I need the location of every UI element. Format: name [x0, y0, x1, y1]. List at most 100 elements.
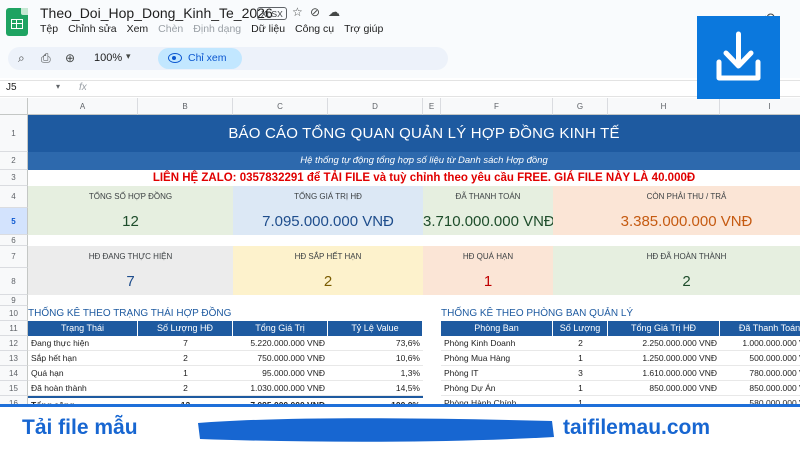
- dept_table-cell-0-3[interactable]: 1.000.000.000 VNĐ: [720, 336, 800, 351]
- kpi-value-kpis_row1-0[interactable]: 12: [28, 208, 233, 235]
- document-title[interactable]: Theo_Doi_Hop_Dong_Kinh_Te_2026: [40, 5, 273, 21]
- dept_table-cell-0-0[interactable]: Phòng Kinh Doanh: [441, 336, 553, 351]
- status_table-cell-0-1[interactable]: 7: [138, 336, 233, 351]
- kpi-value-kpis_row2-1[interactable]: 2: [233, 268, 423, 295]
- column-header-F[interactable]: F: [441, 98, 553, 115]
- status_table-cell-2-1[interactable]: 1: [138, 366, 233, 381]
- sheets-logo-icon[interactable]: [6, 8, 28, 36]
- row-header-13[interactable]: 13: [0, 351, 28, 366]
- kpi-label-kpis_row2-1[interactable]: HĐ SẮP HẾT HẠN: [233, 246, 423, 268]
- cloud-status-icon[interactable]: ☁: [328, 5, 340, 19]
- dept_table-cell-1-2[interactable]: 1.250.000.000 VNĐ: [608, 351, 720, 366]
- row-header-8[interactable]: 8: [0, 268, 28, 295]
- column-header-E[interactable]: E: [423, 98, 441, 115]
- kpi-label-kpis_row1-0[interactable]: TỔNG SỐ HỢP ĐỒNG: [28, 186, 233, 208]
- menu-item-6[interactable]: Công cụ: [295, 23, 334, 35]
- status_table-header-1[interactable]: Số Lượng HĐ: [138, 321, 233, 336]
- dept_table-cell-2-1[interactable]: 3: [553, 366, 608, 381]
- status_table-cell-2-3[interactable]: 1,3%: [328, 366, 423, 381]
- status_table-header-2[interactable]: Tổng Giá Trị: [233, 321, 328, 336]
- dept_table-cell-2-3[interactable]: 780.000.000 VNĐ: [720, 366, 800, 381]
- menu-item-4[interactable]: Định dạng: [193, 23, 241, 35]
- chevron-down-icon[interactable]: ▾: [126, 51, 131, 62]
- kpi-value-kpis_row1-3[interactable]: 3.385.000.000 VNĐ: [553, 208, 800, 235]
- select-all-corner[interactable]: [0, 98, 28, 115]
- row-header-9[interactable]: 9: [0, 295, 28, 306]
- zoom-select[interactable]: 100%: [94, 52, 122, 64]
- status_table-cell-1-0[interactable]: Sắp hết hạn: [28, 351, 138, 366]
- zoom-search-icon[interactable]: ⊕: [65, 51, 75, 65]
- kpi-label-kpis_row2-3[interactable]: HĐ ĐÃ HOÀN THÀNH: [553, 246, 800, 268]
- download-badge[interactable]: [697, 16, 780, 99]
- kpi-value-kpis_row1-1[interactable]: 7.095.000.000 VNĐ: [233, 208, 423, 235]
- status_table-header-3[interactable]: Tỷ Lệ Value: [328, 321, 423, 336]
- status_table-cell-1-2[interactable]: 750.000.000 VNĐ: [233, 351, 328, 366]
- column-header-G[interactable]: G: [553, 98, 608, 115]
- dept_table-cell-3-3[interactable]: 850.000.000 VNĐ: [720, 381, 800, 396]
- star-icon[interactable]: ☆: [292, 5, 303, 19]
- dept-table-title[interactable]: THỐNG KÊ THEO PHÒNG BAN QUẢN LÝ: [441, 306, 800, 321]
- search-menus-icon[interactable]: ⌕: [18, 51, 25, 66]
- dept_table-cell-1-1[interactable]: 1: [553, 351, 608, 366]
- status_table-cell-2-0[interactable]: Quá hạn: [28, 366, 138, 381]
- column-header-I[interactable]: I: [720, 98, 800, 115]
- dept_table-cell-0-2[interactable]: 2.250.000.000 VNĐ: [608, 336, 720, 351]
- dept_table-cell-3-2[interactable]: 850.000.000 VNĐ: [608, 381, 720, 396]
- kpi-label-kpis_row1-1[interactable]: TỔNG GIÁ TRỊ HĐ: [233, 186, 423, 208]
- column-header-B[interactable]: B: [138, 98, 233, 115]
- kpi-value-kpis_row2-3[interactable]: 2: [553, 268, 800, 295]
- status-table-title[interactable]: THỐNG KÊ THEO TRẠNG THÁI HỢP ĐỒNG: [28, 306, 423, 321]
- name-box-dropdown-icon[interactable]: ▾: [56, 82, 60, 91]
- menu-item-0[interactable]: Tệp: [40, 23, 58, 35]
- menu-item-1[interactable]: Chỉnh sửa: [68, 23, 116, 35]
- row-header-3[interactable]: 3: [0, 170, 28, 186]
- row-header-15[interactable]: 15: [0, 381, 28, 396]
- status_table-cell-1-3[interactable]: 10,6%: [328, 351, 423, 366]
- row-header-1[interactable]: 1: [0, 115, 28, 152]
- status_table-cell-0-3[interactable]: 73,6%: [328, 336, 423, 351]
- column-header-H[interactable]: H: [608, 98, 720, 115]
- column-header-D[interactable]: D: [328, 98, 423, 115]
- contact-banner[interactable]: LIÊN HỆ ZALO: 0357832291 để TẢI FILE và …: [28, 170, 800, 186]
- row-header-11[interactable]: 11: [0, 321, 28, 336]
- status_table-cell-3-2[interactable]: 1.030.000.000 VNĐ: [233, 381, 328, 396]
- dept_table-cell-2-2[interactable]: 1.610.000.000 VNĐ: [608, 366, 720, 381]
- row-header-5[interactable]: 5: [0, 208, 28, 235]
- column-header-C[interactable]: C: [233, 98, 328, 115]
- kpi-value-kpis_row2-0[interactable]: 7: [28, 268, 233, 295]
- status_table-cell-1-1[interactable]: 2: [138, 351, 233, 366]
- kpi-label-kpis_row2-0[interactable]: HĐ ĐANG THỰC HIỆN: [28, 246, 233, 268]
- status_table-cell-0-0[interactable]: Đang thực hiện: [28, 336, 138, 351]
- row-header-6[interactable]: 6: [0, 235, 28, 246]
- menu-item-2[interactable]: Xem: [127, 23, 149, 35]
- dept_table-cell-3-1[interactable]: 1: [553, 381, 608, 396]
- status_table-cell-0-2[interactable]: 5.220.000.000 VNĐ: [233, 336, 328, 351]
- spreadsheet-grid[interactable]: ABCDEFGHI 12345678910111213141516 BÁO CÁ…: [0, 98, 800, 450]
- dept_table-header-3[interactable]: Đã Thanh Toán: [720, 321, 800, 336]
- view-only-button[interactable]: Chỉ xem: [158, 48, 242, 69]
- kpi-value-kpis_row1-2[interactable]: 3.710.000.000 VNĐ: [423, 208, 553, 235]
- row-header-4[interactable]: 4: [0, 186, 28, 208]
- menu-item-7[interactable]: Trợ giúp: [344, 23, 383, 35]
- column-header-A[interactable]: A: [28, 98, 138, 115]
- menu-item-3[interactable]: Chèn: [158, 23, 183, 35]
- status_table-cell-2-2[interactable]: 95.000.000 VNĐ: [233, 366, 328, 381]
- print-icon[interactable]: ⎙: [41, 51, 51, 66]
- row-header-2[interactable]: 2: [0, 152, 28, 170]
- row-header-14[interactable]: 14: [0, 366, 28, 381]
- status_table-header-0[interactable]: Trạng Thái: [28, 321, 138, 336]
- dept_table-cell-2-0[interactable]: Phòng IT: [441, 366, 553, 381]
- status_table-cell-3-1[interactable]: 2: [138, 381, 233, 396]
- status_table-cell-3-3[interactable]: 14,5%: [328, 381, 423, 396]
- report-subtitle[interactable]: Hệ thống tự động tổng hợp số liệu từ Dan…: [28, 152, 800, 170]
- dept_table-cell-3-0[interactable]: Phòng Dự Án: [441, 381, 553, 396]
- move-to-folder-icon[interactable]: ⊘: [310, 5, 320, 19]
- kpi-label-kpis_row2-2[interactable]: HĐ QUÁ HẠN: [423, 246, 553, 268]
- kpi-label-kpis_row1-2[interactable]: ĐÃ THANH TOÁN: [423, 186, 553, 208]
- row-header-7[interactable]: 7: [0, 246, 28, 268]
- dept_table-cell-0-1[interactable]: 2: [553, 336, 608, 351]
- menu-item-5[interactable]: Dữ liệu: [251, 23, 285, 35]
- name-box[interactable]: J5: [6, 82, 17, 93]
- row-header-12[interactable]: 12: [0, 336, 28, 351]
- dept_table-cell-1-3[interactable]: 500.000.000 VNĐ: [720, 351, 800, 366]
